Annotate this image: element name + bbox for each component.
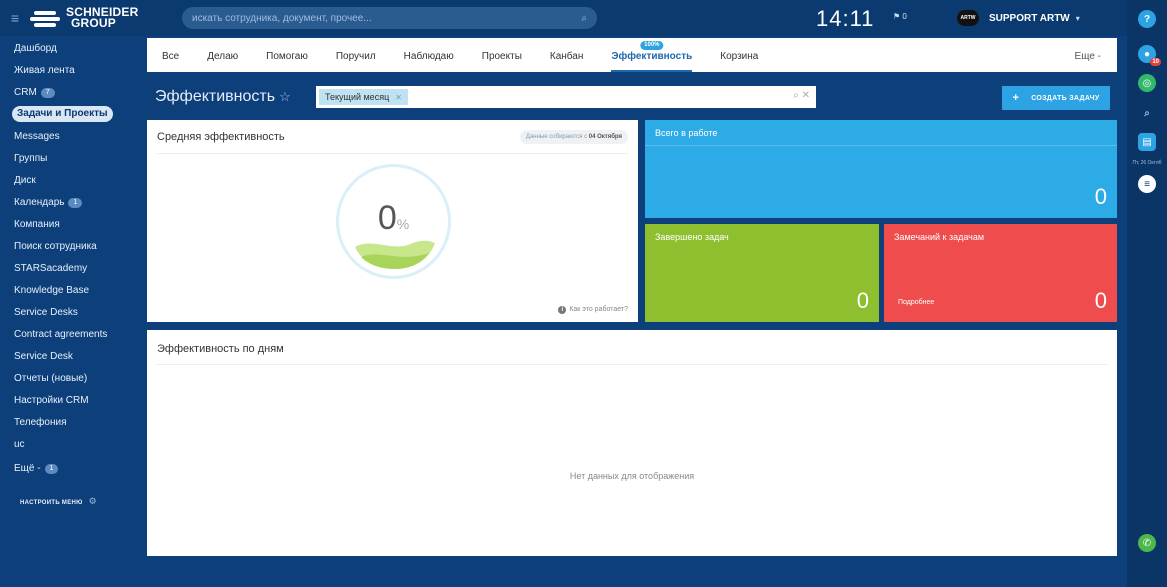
filter-actions: ⌕ ✕ — [793, 90, 810, 101]
tile-value: 0 — [856, 288, 869, 313]
sidebar-item-service-desk[interactable]: Service Desk — [14, 349, 73, 365]
tab-helping[interactable]: Помогаю — [266, 38, 308, 72]
efficiency-badge: 100% — [640, 41, 664, 50]
sidebar-item-reports[interactable]: Отчеты (новые) — [14, 371, 87, 387]
logo-text: SCHNEIDER GROUP — [66, 5, 139, 30]
tabs-more-menu[interactable]: Еще - — [1075, 38, 1101, 76]
sidebar-item-employee-search[interactable]: Поиск сотрудника — [14, 239, 97, 255]
configure-menu-link[interactable]: НАСТРОИТЬ МЕНЮ ⚙ — [20, 496, 97, 507]
panel-title: Эффективность по дням — [157, 343, 284, 355]
gauge-wave-icon — [355, 240, 435, 269]
task-tabs: Все Делаю Помогаю Поручил Наблюдаю Проек… — [147, 38, 1117, 72]
divider — [157, 153, 628, 154]
sidebar-item-crm-settings[interactable]: Настройки CRM — [14, 393, 89, 409]
tile-value: 0 — [1094, 184, 1107, 209]
sidebar-item-tasks[interactable]: Задачи и Проекты — [12, 106, 113, 122]
avatar: ARTW — [957, 10, 979, 26]
tab-efficiency[interactable]: 100% Эффективность — [611, 38, 693, 72]
sidebar-item-groups[interactable]: Группы — [14, 151, 47, 167]
gear-icon: ⚙ — [88, 496, 97, 506]
search-icon[interactable]: ⌕ — [581, 13, 587, 24]
tab-doing[interactable]: Делаю — [207, 38, 238, 72]
tab-all[interactable]: Все — [162, 38, 179, 72]
star-icon[interactable]: ☆ — [279, 89, 291, 104]
chat-icon[interactable]: ◎ — [1138, 74, 1156, 92]
tile-in-work[interactable]: Всего в работе 0 — [645, 120, 1117, 218]
menu-icon[interactable]: ≡ — [4, 10, 26, 26]
sidebar-item-crm[interactable]: CRM 7 — [14, 85, 55, 101]
clock[interactable]: 14:11 — [816, 6, 874, 32]
efficiency-gauge: 0% — [336, 164, 451, 279]
global-search[interactable]: ⌕ — [182, 7, 597, 29]
calendar-icon[interactable]: ▤ — [1138, 133, 1156, 151]
notifications-icon[interactable]: ● 10 — [1138, 45, 1161, 66]
search-icon[interactable]: ⌕ — [1138, 104, 1156, 122]
bell-icon: ● — [1143, 48, 1151, 60]
sidebar-item-telephony[interactable]: Телефония — [14, 415, 67, 431]
sidebar-item-live-feed[interactable]: Живая лента — [14, 63, 75, 79]
tile-remarks[interactable]: Замечаний к задачам Подробнее 0 — [884, 224, 1117, 322]
user-menu[interactable]: ARTW SUPPORT ARTW ▾ — [957, 10, 1080, 26]
efficiency-by-day-panel: Эффективность по дням Нет данных для ото… — [147, 330, 1117, 556]
sidebar-item-calendar[interactable]: Календарь 1 — [14, 195, 83, 211]
plus-icon: + — [1012, 92, 1020, 104]
tile-completed[interactable]: Завершено задач 0 — [645, 224, 879, 322]
user-name: SUPPORT ARTW — [989, 12, 1070, 24]
close-icon[interactable]: ✕ — [395, 93, 402, 102]
search-icon[interactable]: ⌕ — [793, 90, 799, 101]
sidebar-item-knowledge-base[interactable]: Knowledge Base — [14, 283, 89, 299]
filter-search[interactable]: Текущий месяц ✕ ⌕ ✕ — [316, 86, 816, 108]
sidebar-item-messages[interactable]: Messages — [14, 129, 60, 145]
efficiency-value: 0% — [377, 199, 410, 237]
flag-icon: ⚑ — [893, 12, 901, 21]
logo-mark-icon — [30, 9, 60, 27]
sidebar-item-contract-agreements[interactable]: Contract agreements — [14, 327, 107, 343]
panel-title: Средняя эффективность — [157, 131, 285, 143]
tab-watching[interactable]: Наблюдаю — [404, 38, 454, 72]
empty-state: Нет данных для отображения — [569, 471, 695, 481]
how-it-works-link[interactable]: i Как это работает? — [558, 306, 628, 314]
chevron-down-icon: ▾ — [1075, 13, 1080, 23]
filter-chip[interactable]: Текущий месяц ✕ — [319, 89, 408, 105]
help-icon[interactable]: ? — [1138, 10, 1156, 28]
sidebar-item-starsacademy[interactable]: STARSacademy — [14, 261, 87, 277]
clear-icon[interactable]: ✕ — [802, 90, 810, 101]
counter-badge: 1 — [68, 198, 83, 208]
sidebar-item-uc[interactable]: uc — [14, 437, 25, 453]
tile-label: Всего в работе — [655, 128, 718, 138]
search-input[interactable] — [192, 12, 552, 24]
tab-kanban[interactable]: Канбан — [550, 38, 584, 72]
info-icon: i — [558, 306, 567, 314]
create-task-button[interactable]: + СОЗДАТЬ ЗАДАЧУ — [1002, 86, 1110, 110]
sidebar: Дашборд Живая лента CRM 7 Задачи и Проект… — [0, 36, 147, 587]
divider — [157, 364, 1107, 365]
sidebar-item-service-desks[interactable]: Service Desks — [14, 305, 78, 321]
tile-label: Завершено задач — [655, 232, 729, 242]
sidebar-item-more[interactable]: Ещё -1 — [14, 461, 59, 477]
tile-label: Замечаний к задачам — [894, 232, 985, 242]
counter-badge: 7 — [40, 88, 55, 98]
sidebar-item-dashboard[interactable]: Дашборд — [14, 41, 57, 57]
sidebar-item-company[interactable]: Компания — [14, 217, 60, 233]
phone-icon[interactable]: ✆ — [1138, 534, 1156, 552]
tab-assigned[interactable]: Поручил — [336, 38, 376, 72]
flag-counter[interactable]: ⚑ 0 — [893, 12, 907, 21]
date-label: Пт, 26 Октяб — [1132, 160, 1162, 166]
counter-badge: 1 — [44, 464, 59, 474]
right-panel: ? ● 10 ◎ ⌕ ▤ Пт, 26 Октяб ≡ ✆ — [1127, 0, 1167, 587]
sidebar-item-disk[interactable]: Диск — [14, 173, 36, 189]
tab-projects[interactable]: Проекты — [482, 38, 522, 72]
average-efficiency-panel: Средняя эффективность Данные собираются … — [147, 120, 638, 322]
collect-date-badge: Данные собираются с 04 Октября — [519, 130, 628, 144]
company-icon[interactable]: ≡ — [1138, 175, 1156, 193]
page-title: Эффективность ☆ — [155, 88, 291, 105]
tile-value: 0 — [1094, 288, 1107, 313]
tab-trash[interactable]: Корзина — [720, 38, 758, 72]
company-logo[interactable]: SCHNEIDER GROUP — [30, 5, 160, 30]
notifications-badge: 10 — [1150, 58, 1161, 66]
details-link[interactable]: Подробнее — [898, 299, 934, 306]
